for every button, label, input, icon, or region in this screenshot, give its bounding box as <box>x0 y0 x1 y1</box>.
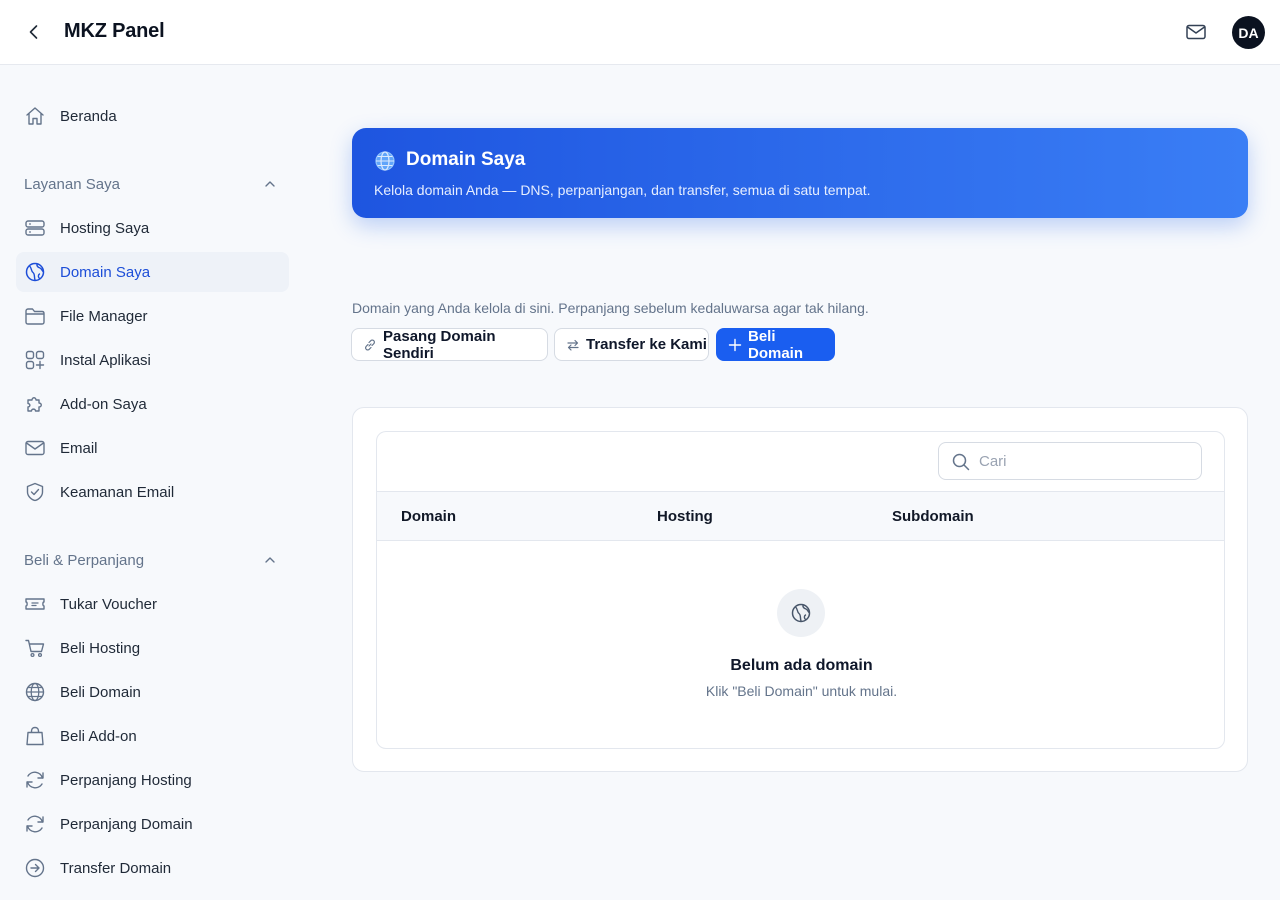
plus-icon <box>728 338 742 352</box>
transfer-domain-button[interactable]: Transfer ke Kami <box>554 328 709 361</box>
refresh-icon <box>24 769 46 791</box>
chevron-up-icon <box>265 181 275 187</box>
swap-icon <box>566 338 580 352</box>
sidebar-item-domain-saya[interactable]: Domain Saya <box>16 252 289 292</box>
globe-icon <box>24 681 46 703</box>
sidebar-item-hosting-saya[interactable]: Hosting Saya <box>16 208 289 248</box>
connect-own-domain-button[interactable]: Pasang Domain Sendiri <box>351 327 548 362</box>
search-icon <box>952 453 970 471</box>
buy-domain-button[interactable]: Beli Domain <box>716 327 835 362</box>
avatar[interactable]: DA <box>1232 16 1265 49</box>
domain-table: Domain Hosting Subdomain Belum ada domai… <box>376 431 1225 749</box>
empty-state-subtitle: Klik "Beli Domain" untuk mulai. <box>705 683 898 699</box>
sidebar: Beranda Layanan Saya Hosting Saya Domain… <box>0 65 305 900</box>
sidebar-item-label: Beli Domain <box>60 684 141 701</box>
page-description: Domain yang Anda kelola di sini. Perpanj… <box>352 300 869 316</box>
sidebar-item-add-on-saya[interactable]: Add-on Saya <box>16 384 289 424</box>
sidebar-item-beranda[interactable]: Beranda <box>16 96 289 136</box>
link-icon <box>363 338 377 352</box>
sidebar-item-perpanjang-domain[interactable]: Perpanjang Domain <box>16 804 289 844</box>
folder-icon <box>24 305 46 327</box>
sidebar-item-label: Instal Aplikasi <box>60 352 151 369</box>
column-header-subdomain[interactable]: Subdomain <box>892 508 974 525</box>
apps-icon <box>24 349 46 371</box>
bag-icon <box>24 725 46 747</box>
search-input[interactable] <box>979 451 1189 471</box>
search-box <box>938 442 1202 480</box>
hero-banner: Domain Saya Kelola domain Anda — DNS, pe… <box>352 128 1248 218</box>
sidebar-item-label: Domain Saya <box>60 264 151 281</box>
sidebar-item-file-manager[interactable]: File Manager <box>16 296 289 336</box>
sidebar-item-label: File Manager <box>60 308 148 325</box>
home-icon <box>24 105 46 127</box>
section-beli-perpanjang[interactable]: Beli & Perpanjang <box>24 549 281 571</box>
section-layanan-saya[interactable]: Layanan Saya <box>24 173 281 195</box>
sidebar-item-instal-aplikasi[interactable]: Instal Aplikasi <box>16 340 289 380</box>
sidebar-item-perpanjang-hosting[interactable]: Perpanjang Hosting <box>16 760 289 800</box>
sidebar-item-tukar-voucher[interactable]: Tukar Voucher <box>16 584 289 624</box>
sidebar-item-beli-hosting[interactable]: Beli Hosting <box>16 628 289 668</box>
globe-icon <box>375 151 395 171</box>
globe-icon <box>791 603 811 623</box>
sidebar-item-label: Perpanjang Domain <box>60 816 193 833</box>
sidebar-item-label: Tukar Voucher <box>60 596 157 613</box>
sidebar-item-label: Keamanan Email <box>60 484 175 501</box>
top-bar: MKZ Panel DA <box>0 0 1280 65</box>
back-button[interactable] <box>22 20 46 44</box>
sidebar-item-label: Beli Hosting <box>60 640 141 657</box>
domain-list-card: Domain Hosting Subdomain Belum ada domai… <box>352 407 1248 772</box>
table-header: Domain Hosting Subdomain <box>377 491 1224 541</box>
chevron-up-icon <box>265 557 275 563</box>
button-label: Transfer ke Kami <box>586 336 707 353</box>
puzzle-icon <box>24 393 46 415</box>
app-title: MKZ Panel <box>64 20 165 42</box>
sidebar-item-beli-add-on[interactable]: Beli Add-on <box>16 716 289 756</box>
sidebar-item-label: Perpanjang Hosting <box>60 772 192 789</box>
sidebar-item-keamanan-email[interactable]: Keamanan Email <box>16 472 289 512</box>
ticket-icon <box>24 593 46 615</box>
sidebar-item-transfer-domain[interactable]: Transfer Domain <box>16 848 289 888</box>
sidebar-item-label: Beli Add-on <box>60 728 137 745</box>
mail-icon <box>24 437 46 459</box>
globe-icon <box>24 261 46 283</box>
empty-state-icon-wrap <box>777 589 825 637</box>
sidebar-item-label: Add-on Saya <box>60 396 147 413</box>
sidebar-item-label: Hosting Saya <box>60 220 150 237</box>
mail-icon <box>1186 24 1206 40</box>
page-subtitle: Kelola domain Anda — DNS, perpanjangan, … <box>374 182 871 198</box>
button-label: Beli Domain <box>748 327 804 362</box>
inbox-button[interactable] <box>1184 21 1208 43</box>
column-header-hosting[interactable]: Hosting <box>657 508 713 525</box>
column-header-domain[interactable]: Domain <box>401 508 456 525</box>
section-title: Layanan Saya <box>24 175 120 193</box>
sidebar-item-label: Transfer Domain <box>60 860 172 877</box>
sidebar-item-beli-domain[interactable]: Beli Domain <box>16 672 289 712</box>
refresh-icon <box>24 813 46 835</box>
chevron-left-icon <box>29 25 38 39</box>
arrow-circle-icon <box>24 857 46 879</box>
empty-state-title: Belum ada domain <box>730 657 873 674</box>
section-title: Beli & Perpanjang <box>24 551 145 569</box>
page-title: Domain Saya <box>406 149 526 170</box>
cart-icon <box>24 637 46 659</box>
sidebar-item-label: Beranda <box>60 108 117 125</box>
shield-icon <box>24 481 46 503</box>
button-label: Pasang Domain Sendiri <box>383 327 496 362</box>
sidebar-item-label: Email <box>60 440 98 457</box>
server-icon <box>24 217 46 239</box>
sidebar-item-email[interactable]: Email <box>16 428 289 468</box>
